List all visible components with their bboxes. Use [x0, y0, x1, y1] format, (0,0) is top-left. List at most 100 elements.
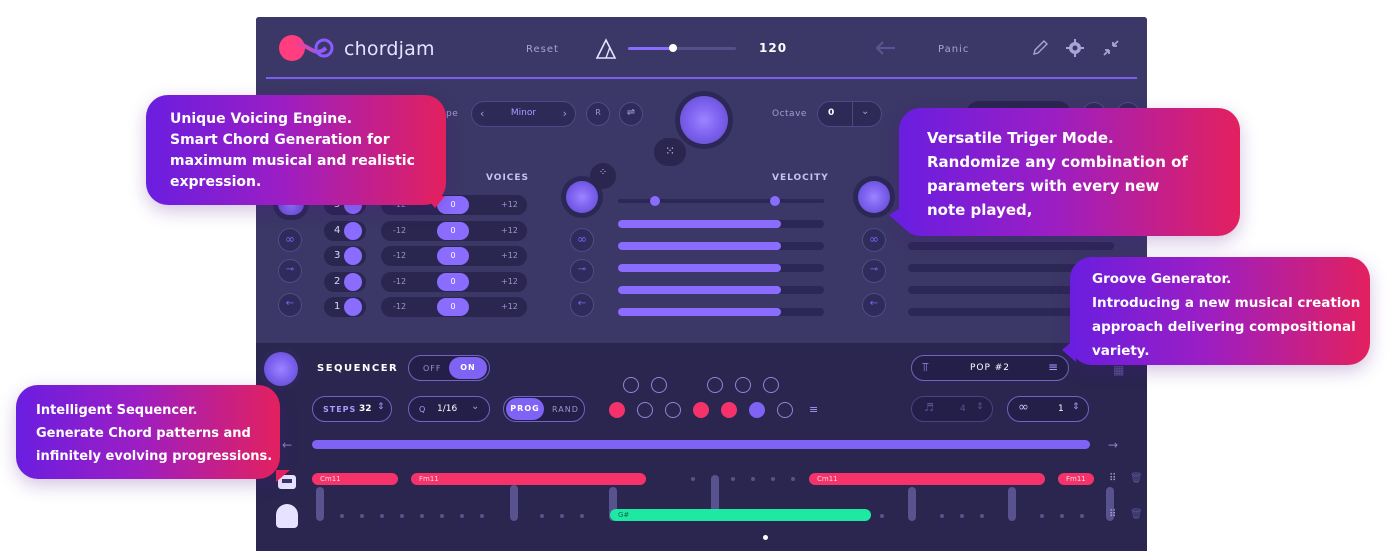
- velocity-knob[interactable]: [566, 181, 598, 213]
- voice-toggle-knob[interactable]: [344, 273, 362, 291]
- step-circle[interactable]: [749, 402, 765, 418]
- empty-step-dot[interactable]: [940, 514, 944, 518]
- empty-step-dot[interactable]: [880, 514, 884, 518]
- groove-preset-selector[interactable]: ⫪ POP #2 ≡: [911, 355, 1069, 381]
- empty-step-dot[interactable]: [340, 514, 344, 518]
- reset-button[interactable]: Reset: [526, 44, 559, 55]
- empty-step-dot[interactable]: [480, 514, 484, 518]
- tempo-slider[interactable]: [628, 44, 736, 52]
- step-circle[interactable]: [707, 377, 723, 393]
- empty-step-dot[interactable]: [1040, 514, 1044, 518]
- empty-step-dot[interactable]: [960, 514, 964, 518]
- voice-toggle-knob[interactable]: [344, 247, 362, 265]
- panic-button[interactable]: Panic: [938, 44, 969, 55]
- chord-block[interactable]: Fm11: [411, 473, 646, 485]
- velocity-bar[interactable]: [618, 242, 824, 250]
- velocity-bar[interactable]: [618, 220, 824, 228]
- step-circle[interactable]: [623, 377, 639, 393]
- arrow-left-icon[interactable]: ←: [282, 438, 292, 452]
- empty-step-dot[interactable]: [980, 514, 984, 518]
- list-icon[interactable]: ≡: [809, 403, 818, 416]
- grid-icon[interactable]: ▦: [1113, 363, 1124, 377]
- voice-range-slider[interactable]: -12 0 +12: [381, 246, 527, 266]
- trigger-back-button[interactable]: ←: [862, 293, 886, 317]
- empty-step-dot[interactable]: [1060, 514, 1064, 518]
- chord-block[interactable]: Cm11: [312, 473, 398, 485]
- step-circle[interactable]: [637, 402, 653, 418]
- stepper-icon[interactable]: ⇕: [976, 402, 984, 412]
- rand-option[interactable]: RAND: [552, 405, 579, 414]
- step-circle[interactable]: [693, 402, 709, 418]
- voice-toggle-knob[interactable]: [344, 222, 362, 240]
- main-voicing-knob[interactable]: [680, 96, 728, 144]
- step-circle[interactable]: [721, 402, 737, 418]
- trigger-infinity-button[interactable]: ∞: [862, 228, 886, 252]
- prog-rand-toggle[interactable]: PROG RAND: [503, 396, 585, 422]
- toggle-on-label[interactable]: ON: [449, 357, 487, 379]
- step-circle[interactable]: [609, 402, 625, 418]
- empty-step-dot[interactable]: [731, 477, 735, 481]
- velocity-infinity-button[interactable]: ∞: [570, 228, 594, 252]
- head-icon[interactable]: [276, 504, 298, 528]
- empty-step-dot[interactable]: [751, 477, 755, 481]
- voice-toggle-knob[interactable]: [344, 298, 362, 316]
- note-stem[interactable]: [1008, 487, 1016, 521]
- scale-reset-button[interactable]: R: [586, 102, 610, 126]
- pencil-icon[interactable]: [1031, 39, 1049, 57]
- empty-step-dot[interactable]: [691, 477, 695, 481]
- step-circle[interactable]: [665, 402, 681, 418]
- chevron-down-icon[interactable]: ⌄: [861, 106, 869, 117]
- arrow-right-icon[interactable]: →: [1108, 438, 1118, 452]
- menu-icon[interactable]: ≡: [1048, 360, 1058, 374]
- range-mid-value[interactable]: 0: [437, 298, 469, 316]
- range-mid-value[interactable]: 0: [437, 222, 469, 240]
- chord-block[interactable]: Fm11: [1058, 473, 1094, 485]
- dice-button[interactable]: ⁙: [654, 138, 686, 166]
- empty-step-dot[interactable]: [360, 514, 364, 518]
- step-circle[interactable]: [777, 402, 793, 418]
- gear-icon[interactable]: [1066, 39, 1084, 57]
- tempo-slider-knob[interactable]: [669, 44, 678, 52]
- quantize-selector[interactable]: Q 1/16 ⌄: [408, 396, 490, 422]
- empty-step-dot[interactable]: [440, 514, 444, 518]
- chevron-down-icon[interactable]: ⌄: [471, 401, 479, 412]
- shuffle-button[interactable]: ⇌: [619, 102, 643, 126]
- voices-back-button[interactable]: ←: [278, 293, 302, 317]
- step-circle[interactable]: [735, 377, 751, 393]
- voice-range-slider[interactable]: -12 0 +12: [381, 272, 527, 292]
- chord-block[interactable]: Cm11: [809, 473, 1045, 485]
- empty-step-dot[interactable]: [380, 514, 384, 518]
- trash-icon[interactable]: 🗑: [1130, 473, 1143, 484]
- empty-step-dot[interactable]: [420, 514, 424, 518]
- page-indicator-dot[interactable]: [763, 535, 768, 540]
- trigger-bar-1[interactable]: [908, 242, 1114, 250]
- voices-infinity-button[interactable]: ∞: [278, 228, 302, 252]
- empty-step-dot[interactable]: [791, 477, 795, 481]
- trash-icon[interactable]: 🗑: [1130, 509, 1143, 520]
- velocity-bar[interactable]: [618, 286, 824, 294]
- note-count-selector[interactable]: ♬ 4 ⇕: [911, 396, 993, 422]
- sequencer-power-toggle[interactable]: OFF ON: [408, 355, 490, 381]
- voice-range-slider[interactable]: -12 0 +12: [381, 221, 527, 241]
- empty-step-dot[interactable]: [560, 514, 564, 518]
- scale-mode-selector[interactable]: ‹ Minor ›: [471, 101, 576, 127]
- empty-step-dot[interactable]: [580, 514, 584, 518]
- velocity-bar[interactable]: [618, 308, 824, 316]
- note-stem[interactable]: [908, 487, 916, 521]
- velocity-range-slider[interactable]: [618, 196, 824, 206]
- empty-step-dot[interactable]: [400, 514, 404, 518]
- note-stem[interactable]: [510, 485, 518, 521]
- velocity-range-high-handle[interactable]: [770, 196, 780, 206]
- velocity-back-button[interactable]: ←: [570, 293, 594, 317]
- voice-range-slider[interactable]: -12 0 +12: [381, 297, 527, 317]
- toggle-off-label[interactable]: OFF: [423, 364, 442, 373]
- sequencer-knob[interactable]: [264, 352, 298, 386]
- octave-selector[interactable]: 0 ⌄: [817, 101, 882, 127]
- drag-handle-icon[interactable]: ⠿: [1109, 509, 1116, 520]
- step-circle[interactable]: [763, 377, 779, 393]
- stepper-icon[interactable]: ⇕: [1072, 402, 1080, 412]
- chevron-right-icon[interactable]: ›: [563, 107, 567, 120]
- note-stem[interactable]: [316, 487, 324, 521]
- repeat-selector[interactable]: ∞ 1 ⇕: [1007, 396, 1089, 422]
- range-mid-value[interactable]: 0: [437, 247, 469, 265]
